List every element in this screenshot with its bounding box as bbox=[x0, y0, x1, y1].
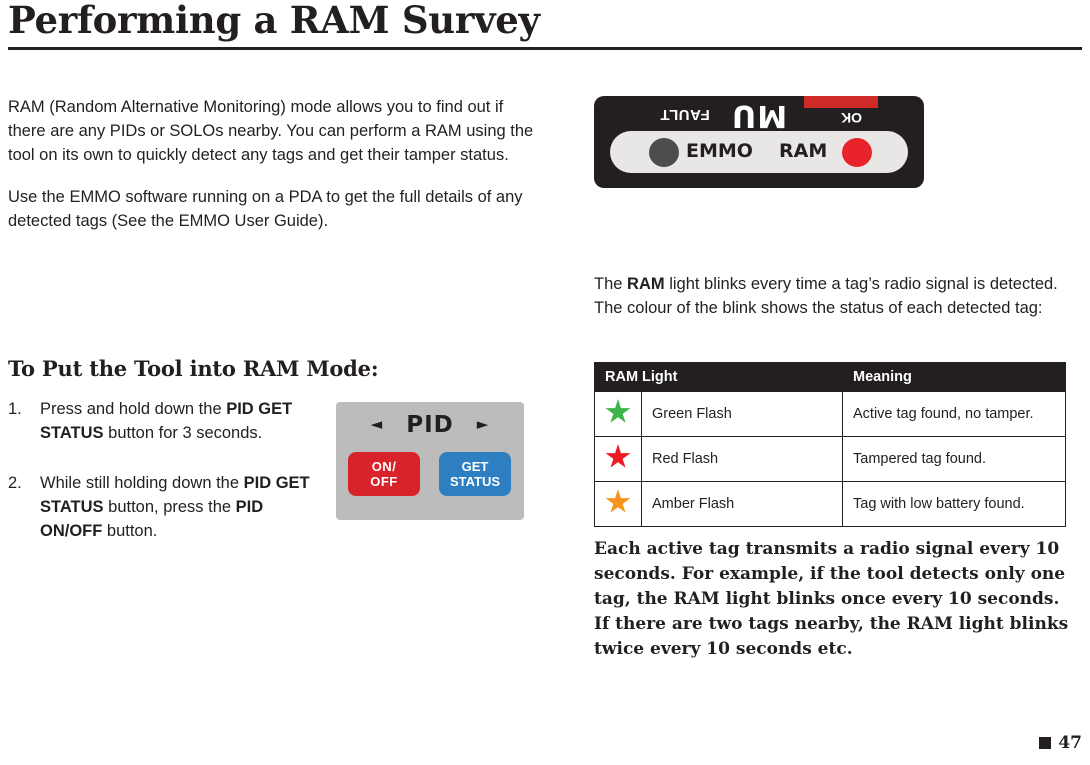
star-shape bbox=[605, 399, 631, 423]
on-off-line-2: OFF bbox=[370, 474, 398, 489]
meaning-value: Tag with low battery found. bbox=[842, 481, 1066, 527]
left-arrow-icon: ◄ bbox=[370, 415, 384, 433]
get-status-line-1: GET bbox=[461, 459, 489, 474]
step-item-1: 1. Press and hold down the PID GET STATU… bbox=[8, 397, 328, 445]
step-item-2: 2. While still holding down the PID GET … bbox=[8, 471, 328, 543]
meaning-value: Tampered tag found. bbox=[842, 436, 1066, 482]
tool-diagram: ◄ PID ► ON/ OFF GET STATUS bbox=[336, 402, 524, 520]
ram-light-paragraph: The RAM light blinks every time a tag’s … bbox=[594, 272, 1069, 320]
footer-marker-icon bbox=[1039, 737, 1052, 749]
step-text: While still holding down the PID GET STA… bbox=[40, 471, 328, 543]
on-off-line-1: ON/ bbox=[371, 459, 397, 474]
page-number: 47 bbox=[1058, 733, 1082, 753]
tool-pid-label: PID bbox=[392, 412, 468, 438]
ram-light-value: Green Flash bbox=[641, 391, 843, 437]
table-row: Red Flash Tampered tag found. bbox=[594, 436, 1066, 482]
table-header-row: RAM Light Meaning bbox=[594, 362, 1066, 392]
ram-light-value: Red Flash bbox=[641, 436, 843, 482]
emmo-indicator-led bbox=[649, 138, 679, 167]
title-divider bbox=[8, 47, 1082, 50]
right-column: MU FAULT OK EMMO RAM The RAM light blink… bbox=[594, 96, 1084, 659]
pid-divider bbox=[432, 414, 435, 436]
star-shape bbox=[605, 444, 631, 468]
device-photo: MU FAULT OK EMMO RAM bbox=[594, 96, 924, 188]
meaning-value: Active tag found, no tamper. bbox=[842, 391, 1066, 437]
amber-flash-star-icon bbox=[594, 481, 642, 527]
step-text-mid: button, press the bbox=[103, 498, 236, 516]
green-flash-star-icon bbox=[594, 391, 642, 437]
table-header: RAM Light Meaning bbox=[594, 362, 1066, 392]
page: Performing a RAM Survey RAM (Random Alte… bbox=[0, 0, 1090, 765]
step-text-post: button. bbox=[102, 522, 158, 540]
step-text: Press and hold down the PID GET STATUS b… bbox=[40, 397, 328, 445]
step-number: 1. bbox=[8, 400, 22, 418]
closing-paragraph: Each active tag transmits a radio signal… bbox=[594, 539, 1069, 659]
red-flash-star-icon bbox=[594, 436, 642, 482]
step-text-pre: Press and hold down the bbox=[40, 400, 227, 418]
table-row: Amber Flash Tag with low battery found. bbox=[594, 481, 1066, 527]
section-subheading: To Put the Tool into RAM Mode: bbox=[8, 356, 379, 381]
device-model-label: MU bbox=[594, 98, 924, 133]
device-model-text: MU bbox=[730, 98, 788, 133]
step-text-pre: While still holding down the bbox=[40, 474, 244, 492]
table-body: Green Flash Active tag found, no tamper.… bbox=[594, 391, 1066, 527]
ram-paragraph-pre: The bbox=[594, 275, 628, 293]
step-number: 2. bbox=[8, 474, 22, 492]
footer: 47 bbox=[1039, 733, 1082, 753]
right-arrow-icon: ► bbox=[476, 415, 490, 433]
get-status-line-2: STATUS bbox=[449, 474, 501, 489]
ram-light-table: RAM Light Meaning Green Flash Active tag… bbox=[594, 362, 1066, 527]
tool-pid-row: ◄ PID ► bbox=[336, 412, 524, 438]
star-shape bbox=[605, 489, 631, 513]
steps-list: 1. Press and hold down the PID GET STATU… bbox=[8, 397, 328, 569]
ram-paragraph-bold: RAM bbox=[627, 275, 665, 293]
device-emmo-label: EMMO bbox=[686, 140, 753, 162]
page-title: Performing a RAM Survey bbox=[8, 0, 540, 42]
tool-pid-text: PID bbox=[406, 412, 454, 438]
step-text-post: button for 3 seconds. bbox=[103, 424, 263, 442]
device-fault-label: FAULT bbox=[660, 106, 710, 123]
pid-get-status-button[interactable]: GET STATUS bbox=[439, 452, 511, 496]
intro-paragraph-1: RAM (Random Alternative Monitoring) mode… bbox=[8, 98, 534, 164]
left-column: RAM (Random Alternative Monitoring) mode… bbox=[8, 95, 538, 251]
ram-light-value: Amber Flash bbox=[641, 481, 843, 527]
device-ok-label: OK bbox=[841, 110, 862, 126]
column-header-meaning: Meaning bbox=[842, 362, 1066, 392]
pid-on-off-button[interactable]: ON/ OFF bbox=[348, 452, 420, 496]
ram-indicator-led bbox=[842, 138, 872, 167]
device-ram-label: RAM bbox=[779, 140, 828, 162]
column-header-ram-light: RAM Light bbox=[594, 362, 843, 392]
table-row: Green Flash Active tag found, no tamper. bbox=[594, 391, 1066, 437]
intro-paragraph-2: Use the EMMO software running on a PDA t… bbox=[8, 188, 523, 230]
